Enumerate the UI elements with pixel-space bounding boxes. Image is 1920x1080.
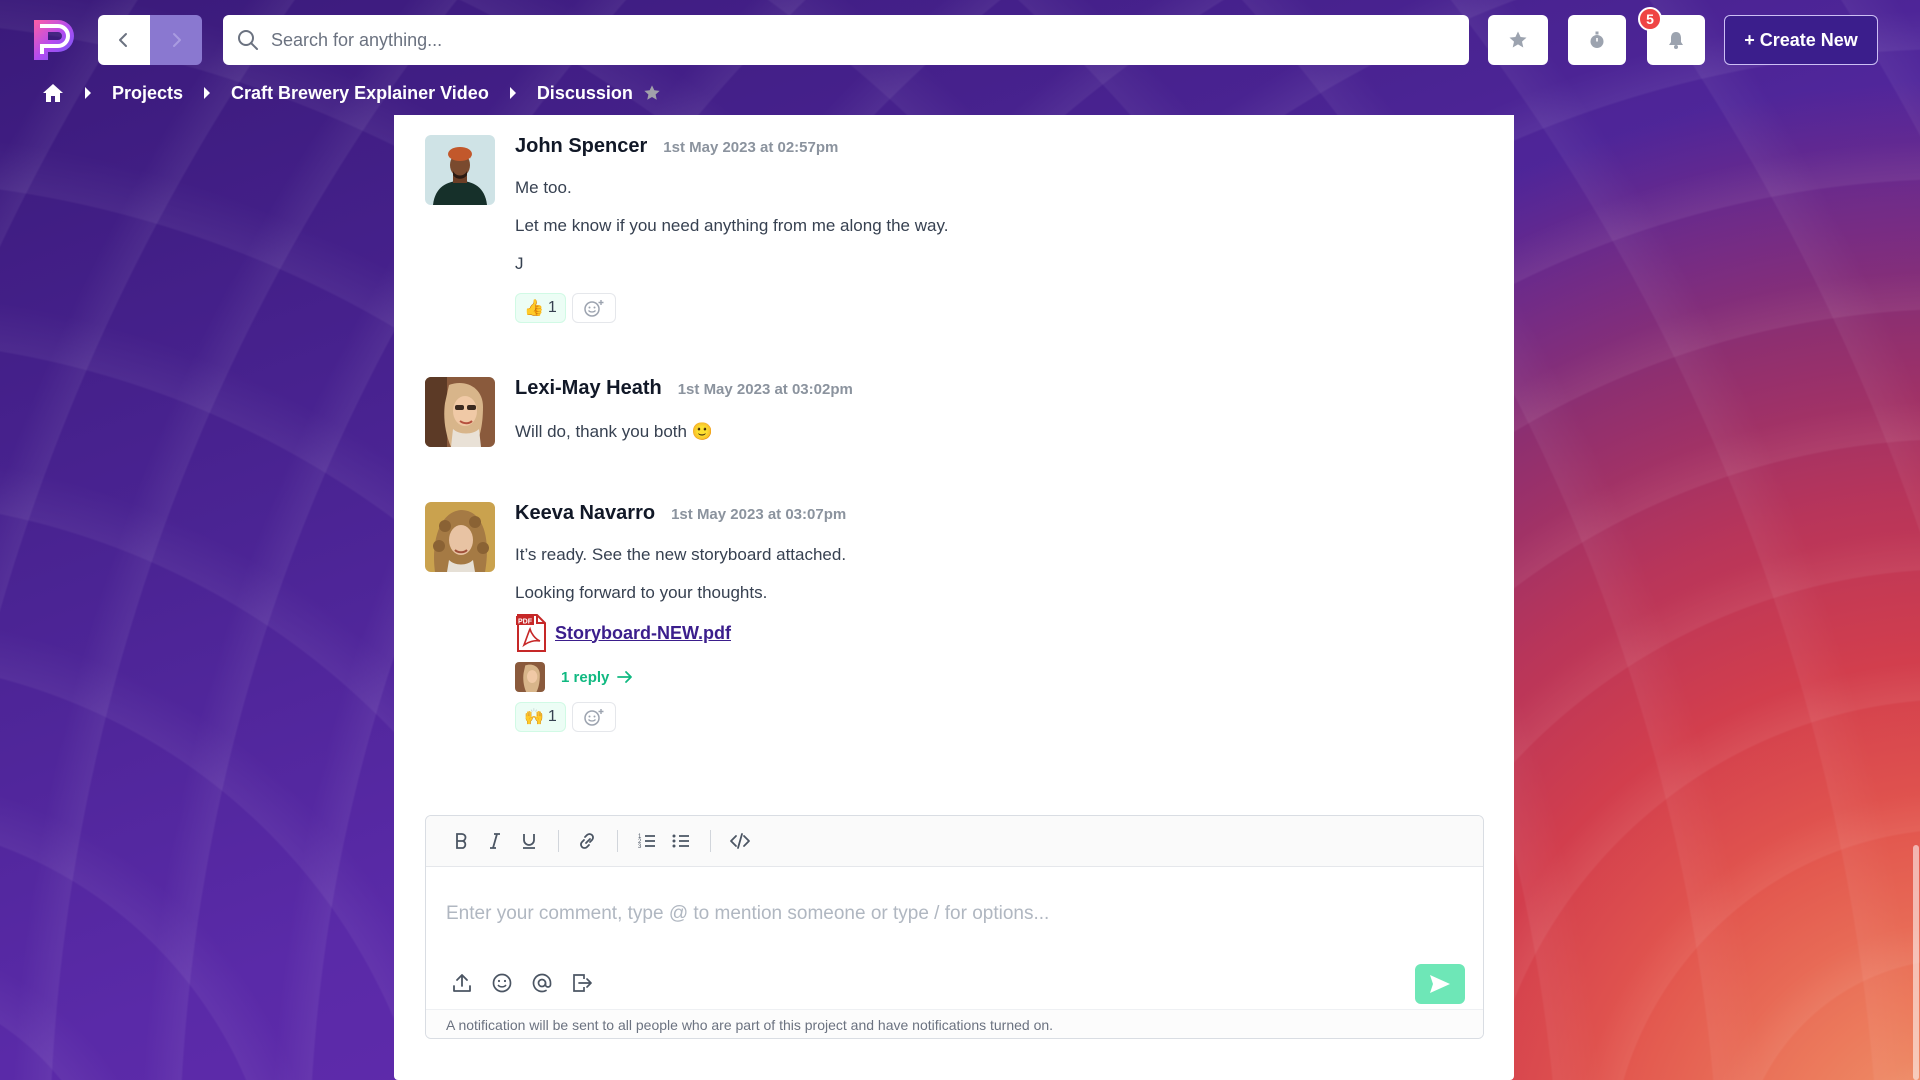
favorite-star-icon[interactable] [643,84,661,102]
reaction-raised-hands[interactable]: 🙌 1 [515,702,566,732]
attachment: PDF Storyboard-NEW.pdf [515,612,1415,654]
forward-button[interactable] [150,15,202,65]
caret-right-icon [509,87,517,99]
star-icon [1509,31,1527,48]
comment-author[interactable]: Lexi-May Heath [515,377,662,400]
file-export-icon [573,974,592,992]
thumbs-up-emoji: 👍 [524,300,544,317]
caret-right-icon [84,87,92,99]
breadcrumb-discussion[interactable]: Discussion [537,83,633,104]
avatar[interactable] [425,377,495,447]
underline-button[interactable] [512,824,546,858]
comment-text: Will do, thank you both 🙂 [515,422,713,441]
favorites-button[interactable] [1488,15,1548,65]
comment-timestamp: 1st May 2023 at 02:57pm [663,139,839,156]
reply-count-link[interactable]: 1 reply [561,669,609,686]
bold-button[interactable] [444,824,478,858]
create-new-button[interactable]: + Create New [1724,15,1878,65]
chevron-left-icon [119,33,127,47]
breadcrumb-projects[interactable]: Projects [112,83,183,104]
toolbar-divider [710,830,711,852]
comment-text: It’s ready. See the new storyboard attac… [515,545,847,564]
reaction-thumbs-up[interactable]: 👍 1 [515,293,566,323]
add-reaction-button[interactable] [571,702,616,732]
app-logo[interactable] [28,14,80,66]
add-emoji-icon [584,709,604,726]
breadcrumb-project[interactable]: Craft Brewery Explainer Video [231,83,489,104]
notification-count-badge: 5 [1638,7,1662,31]
reactions: 🙌 1 [515,702,1415,732]
comment-author[interactable]: John Spencer [515,135,647,158]
notification-notice: A notification will be sent to all peopl… [426,1009,1483,1038]
comment-text: Looking forward to your thoughts. [515,583,768,602]
attachment-link[interactable]: Storyboard-NEW.pdf [555,623,731,644]
back-button[interactable] [98,15,150,65]
reply-avatar [515,662,545,692]
timer-button[interactable] [1568,15,1626,65]
editor-actions [426,957,1483,1009]
ordered-list-button[interactable]: 123 [630,824,664,858]
bullet-list-icon [672,834,689,848]
comment-body: John Spencer 1st May 2023 at 02:57pm Me … [515,135,1415,323]
raised-hands-emoji: 🙌 [524,709,544,726]
comment-body: Keeva Navarro 1st May 2023 at 03:07pm It… [515,502,1415,732]
scrollbar-thumb[interactable] [1913,845,1919,1080]
reply-thread[interactable]: 1 reply [515,662,1415,692]
reactions: 👍 1 [515,293,1415,323]
add-emoji-icon [584,300,604,317]
comment-body: Lexi-May Heath 1st May 2023 at 03:02pm W… [515,377,1415,443]
search-icon [238,30,258,50]
comment-text: J [515,254,524,273]
reaction-count: 1 [547,299,557,316]
avatar[interactable] [425,502,495,572]
italic-button[interactable] [478,824,512,858]
upload-icon [453,974,471,992]
mention-button[interactable] [522,963,562,1003]
bullet-list-button[interactable] [664,824,698,858]
upload-button[interactable] [442,963,482,1003]
stopwatch-icon [1590,31,1604,48]
toolbar-divider [558,830,559,852]
ordered-list-icon: 123 [638,834,655,850]
smiley-icon [492,973,512,993]
comment-timestamp: 1st May 2023 at 03:07pm [671,506,847,523]
comment-input[interactable]: Enter your comment, type @ to mention so… [426,867,1483,957]
toolbar-divider [617,830,618,852]
history-nav [98,15,202,65]
italic-icon [490,833,500,849]
link-button[interactable] [571,824,605,858]
search-bar[interactable] [223,15,1469,65]
comment-text: Me too. [515,178,572,197]
send-button[interactable] [1415,964,1465,1004]
avatar[interactable] [425,135,495,205]
at-sign-icon [532,973,552,993]
code-button[interactable] [723,824,757,858]
link-icon [580,833,594,849]
comment-editor: 123 Enter your comment, type @ to mentio… [425,815,1484,1039]
bold-icon [456,833,467,849]
formatting-toolbar: 123 [426,816,1483,867]
pdf-file-icon: PDF [516,614,546,652]
emoji-button[interactable] [482,963,522,1003]
page-scrollbar[interactable] [1910,845,1920,1080]
code-icon [730,833,750,849]
arrow-right-icon [617,670,633,684]
svg-text:3: 3 [638,844,642,850]
caret-right-icon [203,87,211,99]
add-reaction-button[interactable] [571,293,616,323]
svg-text:PDF: PDF [518,619,533,626]
bell-icon [1669,32,1683,49]
share-button[interactable] [562,963,602,1003]
comment-timestamp: 1st May 2023 at 03:02pm [677,381,853,398]
discussion-panel: John Spencer 1st May 2023 at 02:57pm Me … [394,115,1514,1080]
reaction-count: 1 [547,708,557,725]
search-input[interactable] [271,29,1421,51]
breadcrumb: Projects Craft Brewery Explainer Video D… [42,80,661,106]
comment-author[interactable]: Keeva Navarro [515,502,655,525]
comment-text: Let me know if you need anything from me… [515,216,949,235]
underline-icon [523,834,535,849]
chevron-right-icon [173,33,181,47]
home-icon[interactable] [42,83,64,103]
send-icon [1430,975,1450,993]
